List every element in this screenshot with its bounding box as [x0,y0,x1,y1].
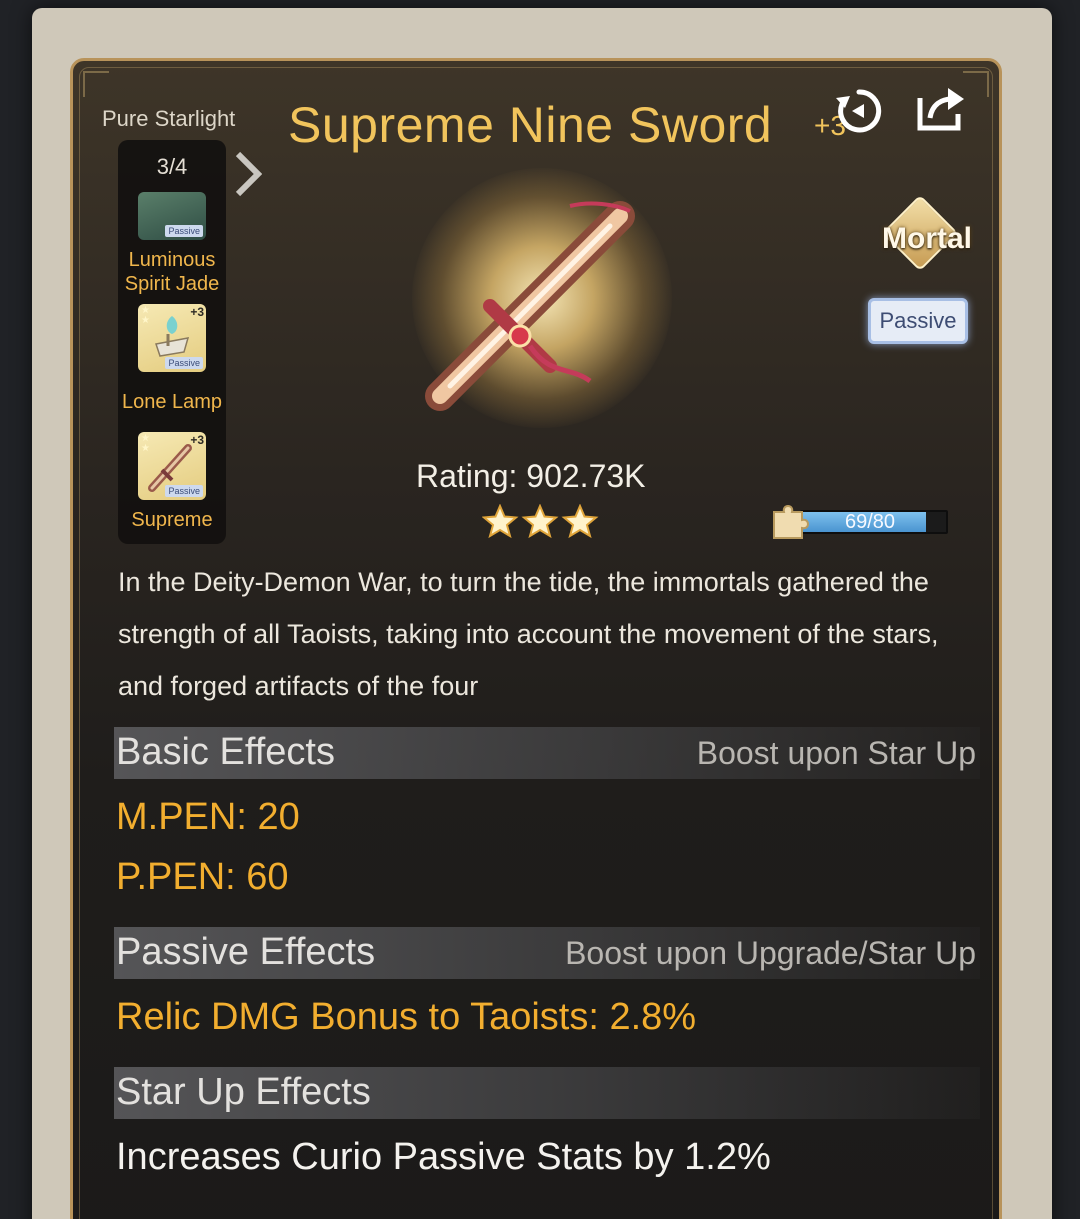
item-description: In the Deity-Demon War, to turn the tide… [118,567,939,701]
share-icon[interactable] [914,84,968,138]
chevron-right-icon[interactable] [232,150,263,202]
set-item-thumbnail[interactable]: Passive [138,192,206,240]
star-icon [561,503,599,539]
section-title: Star Up Effects [116,1071,371,1113]
stat-line: P.PEN: 60 [116,856,289,898]
type-badge: Passive [868,298,968,344]
star-icon: ★ ★ [141,305,150,326]
set-item-thumbnail[interactable]: ★ ★ +3 Passive [138,432,206,500]
star-icon [521,503,559,539]
passive-effects-header: Passive Effects Boost upon Upgrade/Star … [114,927,980,979]
section-title: Basic Effects [116,731,335,773]
set-item-thumbnail[interactable]: ★ ★ +3 Passive [138,304,206,372]
passive-tag: Passive [165,357,203,369]
rating-value: Rating: 902.73K [416,458,646,494]
set-item-label: Lone Lamp [121,391,223,413]
basic-effects-header: Basic Effects Boost upon Star Up [114,727,980,779]
shard-progress-bar: 69/80 [800,510,948,534]
stat-line: Increases Curio Passive Stats by 1.2% [116,1136,771,1178]
star-up-effects-header: Star Up Effects [114,1067,980,1119]
star-icon [481,503,519,539]
item-title: Supreme Nine Sword [288,97,773,153]
stat-line: M.PEN: 20 [116,796,300,838]
star-icon: ★ ★ [141,433,150,454]
set-item-label: Supreme [131,509,213,531]
set-count: 3/4 [156,154,188,179]
stat-line: Relic DMG Bonus to Taoists: 2.8% [116,996,697,1038]
grade-badge: Mortal [882,222,972,255]
thumbnail-level: +3 [190,433,204,447]
set-item-label: Luminous Spirit Jade [124,249,220,295]
thumbnail-level: +3 [190,305,204,319]
shard-progress-text: 69/80 [844,511,896,533]
star-rating [481,503,602,544]
relic-sword-image [420,196,660,420]
section-note: Boost upon Star Up [696,735,976,771]
puzzle-piece-icon [768,500,810,546]
set-name: Pure Starlight [102,106,236,131]
set-list-panel[interactable]: 3/4 Passive Luminous Spirit Jade ★ ★ +3 P… [118,140,226,544]
corner-ornament [83,71,109,97]
section-note: Boost upon Upgrade/Star Up [565,935,976,971]
section-title: Passive Effects [116,931,376,973]
passive-tag: Passive [165,485,203,497]
reset-icon[interactable] [832,84,886,142]
passive-tag: Passive [165,225,203,237]
